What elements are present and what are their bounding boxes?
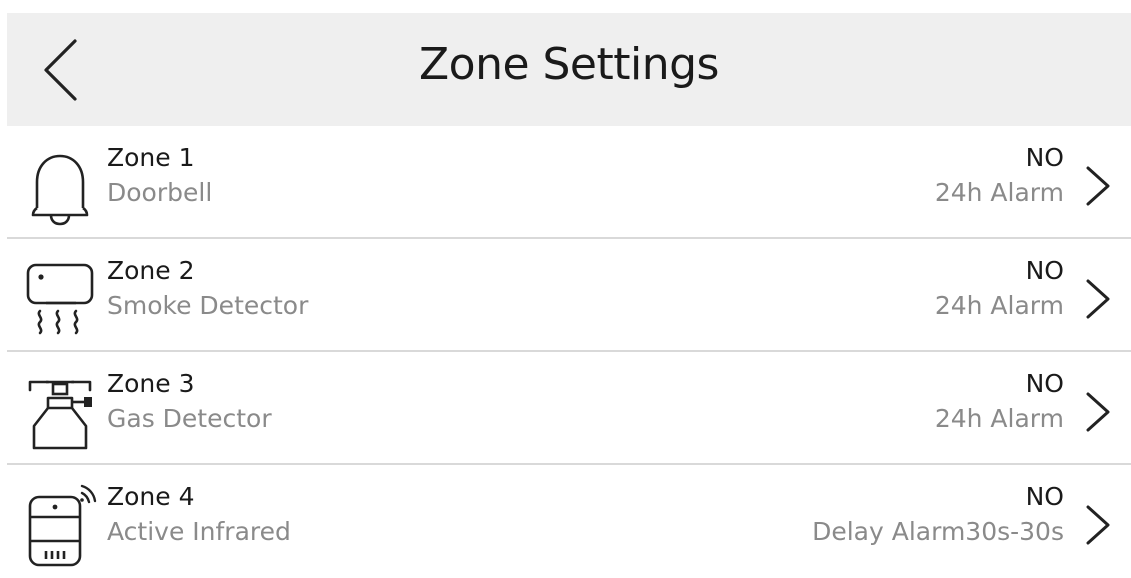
- active-infrared-icon: [24, 481, 100, 567]
- zone-name: Zone 3: [107, 369, 195, 398]
- zone-row-3[interactable]: Zone 3 Gas Detector NO 24h Alarm: [7, 352, 1131, 465]
- chevron-right-icon: [1083, 277, 1113, 321]
- zone-row-2[interactable]: Zone 2 Smoke Detector NO 24h Alarm: [7, 239, 1131, 352]
- smoke-detector-icon: [24, 255, 100, 341]
- zone-row-4[interactable]: Zone 4 Active Infrared NO Delay Alarm30s…: [7, 465, 1131, 578]
- zone-state: NO: [1025, 482, 1064, 511]
- chevron-right-icon: [1083, 164, 1113, 208]
- zone-state: NO: [1025, 369, 1064, 398]
- zone-alarm-type: 24h Alarm: [934, 291, 1064, 320]
- zone-name: Zone 2: [107, 256, 195, 285]
- gas-detector-icon: [24, 368, 100, 454]
- zone-type: Gas Detector: [107, 404, 272, 433]
- chevron-right-icon: [1083, 390, 1113, 434]
- zone-alarm-type: 24h Alarm: [934, 404, 1064, 433]
- zone-state: NO: [1025, 143, 1064, 172]
- zone-type: Smoke Detector: [107, 291, 309, 320]
- page-title: Zone Settings: [419, 39, 719, 90]
- zone-type: Active Infrared: [107, 517, 291, 546]
- zone-row-1[interactable]: Zone 1 Doorbell NO 24h Alarm: [7, 126, 1131, 239]
- zone-name: Zone 4: [107, 482, 195, 511]
- zone-name: Zone 1: [107, 143, 195, 172]
- doorbell-icon: [24, 142, 100, 228]
- zone-list: Zone 1 Doorbell NO 24h Alarm Zone 2 Smok…: [7, 126, 1131, 578]
- header-bar: Zone Settings: [7, 13, 1131, 126]
- zone-type: Doorbell: [107, 178, 213, 207]
- zone-state: NO: [1025, 256, 1064, 285]
- zone-alarm-type: 24h Alarm: [934, 178, 1064, 207]
- zone-alarm-type: Delay Alarm30s-30s: [812, 517, 1064, 546]
- zone-settings-screen: Zone Settings Zone 1 Doorbell NO 24h Ala…: [7, 13, 1131, 574]
- chevron-right-icon: [1083, 503, 1113, 547]
